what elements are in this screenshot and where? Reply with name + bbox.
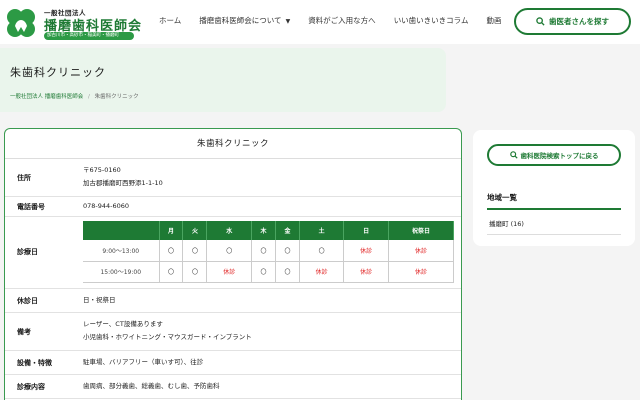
page-title-band: 朱歯科クリニック 一般社団法人 播磨歯科医師会 / 朱歯科クリニック	[0, 48, 446, 112]
postal-code: 〒675-0160	[83, 166, 121, 174]
phone-label: 電話番号	[17, 203, 45, 211]
sidebar: 歯科医院検索トップに戻る 地域一覧 播磨町 (16)	[473, 130, 635, 246]
area-list-heading: 地域一覧	[487, 193, 517, 202]
page-title: 朱歯科クリニック	[10, 66, 106, 79]
area-item-divider	[487, 234, 621, 235]
facilities-row: 設備・特徴 駐車場、バリアフリー（車いす可）、往診	[5, 351, 461, 375]
breadcrumb-current: 朱歯科クリニック	[94, 94, 139, 100]
hours-cell: 〇	[251, 261, 276, 283]
hours-header-cell: 月	[159, 221, 184, 240]
hours-header-cell: 木	[251, 221, 276, 240]
address-row: 住所 〒675-0160 加古郡播磨町西野添1-1-10	[5, 159, 461, 197]
notes-line: 小児歯科・ホワイトニング・マウスガード・インプラント	[83, 333, 252, 341]
hours-header-cell: 火	[182, 221, 208, 240]
nav-item-home[interactable]: ホーム	[150, 10, 190, 32]
clinic-detail-card: 朱歯科クリニック 住所 〒675-0160 加古郡播磨町西野添1-1-10 電話…	[4, 128, 462, 400]
clover-logo-icon	[7, 9, 35, 37]
facilities-label: 設備・特徴	[17, 359, 52, 367]
hours-cell-closed: 休診	[299, 261, 345, 283]
treatment-row: 診療内容 歯周病、部分義歯、総義歯、むし歯、予防歯科	[5, 375, 461, 399]
nav-item-about[interactable]: 播磨歯科医師会について ▼	[190, 10, 299, 32]
hours-cell: 〇	[159, 240, 184, 262]
hours-header-cell	[83, 221, 160, 240]
site-header: 一般社団法人 播磨歯科医師会 加古川市・高砂市・稲美町・播磨町 ホーム 播磨歯科…	[0, 0, 640, 44]
search-icon	[509, 151, 518, 159]
area-list-item[interactable]: 播磨町 (16)	[489, 218, 524, 228]
hours-cell: 〇	[182, 240, 208, 262]
hours-cell: 〇	[299, 240, 345, 262]
notes-row: 備考 レーザー、CT設備あります 小児歯科・ホワイトニング・マウスガード・インプ…	[5, 313, 461, 351]
treatment-value: 歯周病、部分義歯、総義歯、むし歯、予防歯科	[83, 382, 220, 390]
hours-cell: 〇	[159, 261, 184, 283]
phone-value[interactable]: 078-944-6060	[83, 200, 129, 213]
hours-header-cell: 日	[343, 221, 389, 240]
hours-header-cell: 水	[206, 221, 252, 240]
breadcrumb-home-link[interactable]: 一般社団法人 播磨歯科医師会	[10, 94, 83, 100]
hours-cell: 〇	[206, 240, 252, 262]
hours-header-row: 月 火 水 木 金 土 日 祝祭日	[83, 221, 455, 240]
treatment-label: 診療内容	[17, 383, 45, 391]
find-dentist-button[interactable]: 歯医者さんを探す	[514, 8, 631, 35]
hours-cell: 〇	[182, 261, 208, 283]
phone-row: 電話番号 078-944-6060	[5, 197, 461, 217]
hours-time-cell: 15:00～19:00	[83, 261, 160, 283]
hours-cell-closed: 休診	[343, 261, 389, 283]
main-nav: ホーム 播磨歯科医師会について ▼ 資料がご入用な方へ いい歯いきいきコラム 動画	[150, 10, 510, 32]
notes-value: レーザー、CT設備あります 小児歯科・ホワイトニング・マウスガード・インプラント	[83, 318, 252, 344]
area-heading-underline	[487, 208, 621, 210]
caret-down-icon: ▼	[285, 18, 291, 25]
breadcrumb-separator: /	[88, 94, 90, 100]
notes-label: 備考	[17, 328, 31, 336]
nav-item-documents[interactable]: 資料がご入用な方へ	[299, 10, 385, 32]
breadcrumb: 一般社団法人 播磨歯科医師会 / 朱歯科クリニック	[10, 92, 139, 100]
address-label: 住所	[17, 174, 31, 182]
hours-cell-closed: 休診	[343, 240, 389, 262]
hours-header-cell: 土	[299, 221, 345, 240]
hours-morning-row: 9:00～13:00 〇 〇 〇 〇 〇 〇 休診 休診	[83, 240, 455, 262]
clinic-name: 朱歯科クリニック	[5, 129, 461, 159]
hours-cell: 〇	[275, 261, 300, 283]
site-logo[interactable]: 一般社団法人 播磨歯科医師会 加古川市・高砂市・稲美町・播磨町	[4, 4, 144, 40]
hours-cell-closed: 休診	[388, 261, 455, 283]
closed-days-value: 日・祝祭日	[83, 296, 116, 304]
hours-header-cell: 金	[275, 221, 300, 240]
facilities-value: 駐車場、バリアフリー（車いす可）、往診	[83, 358, 204, 366]
street-address: 加古郡播磨町西野添1-1-10	[83, 179, 163, 187]
notes-line: レーザー、CT設備あります	[83, 320, 163, 328]
address-value: 〒675-0160 加古郡播磨町西野添1-1-10	[83, 164, 163, 190]
nav-item-column[interactable]: いい歯いきいきコラム	[385, 10, 478, 32]
hours-afternoon-row: 15:00～19:00 〇 〇 休診 〇 〇 休診 休診 休診	[83, 261, 455, 283]
hours-cell: 〇	[275, 240, 300, 262]
nav-item-video[interactable]: 動画	[477, 10, 510, 32]
back-to-search-top-button[interactable]: 歯科医院検索トップに戻る	[487, 144, 621, 166]
hours-cell: 〇	[251, 240, 276, 262]
logo-tagline: 加古川市・高砂市・稲美町・播磨町	[44, 32, 134, 40]
closed-days-label: 休診日	[17, 297, 38, 305]
hours-cell-closed: 休診	[206, 261, 252, 283]
hours-cell-closed: 休診	[388, 240, 455, 262]
hours-header-cell: 祝祭日	[388, 221, 455, 240]
closed-days-row: 休診日 日・祝祭日	[5, 289, 461, 313]
search-icon	[536, 17, 545, 26]
hours-time-cell: 9:00～13:00	[83, 240, 160, 262]
hours-label: 診療日	[17, 248, 38, 256]
hours-table: 月 火 水 木 金 土 日 祝祭日 9:00～13:00 〇 〇 〇 〇 〇 〇…	[83, 221, 455, 283]
